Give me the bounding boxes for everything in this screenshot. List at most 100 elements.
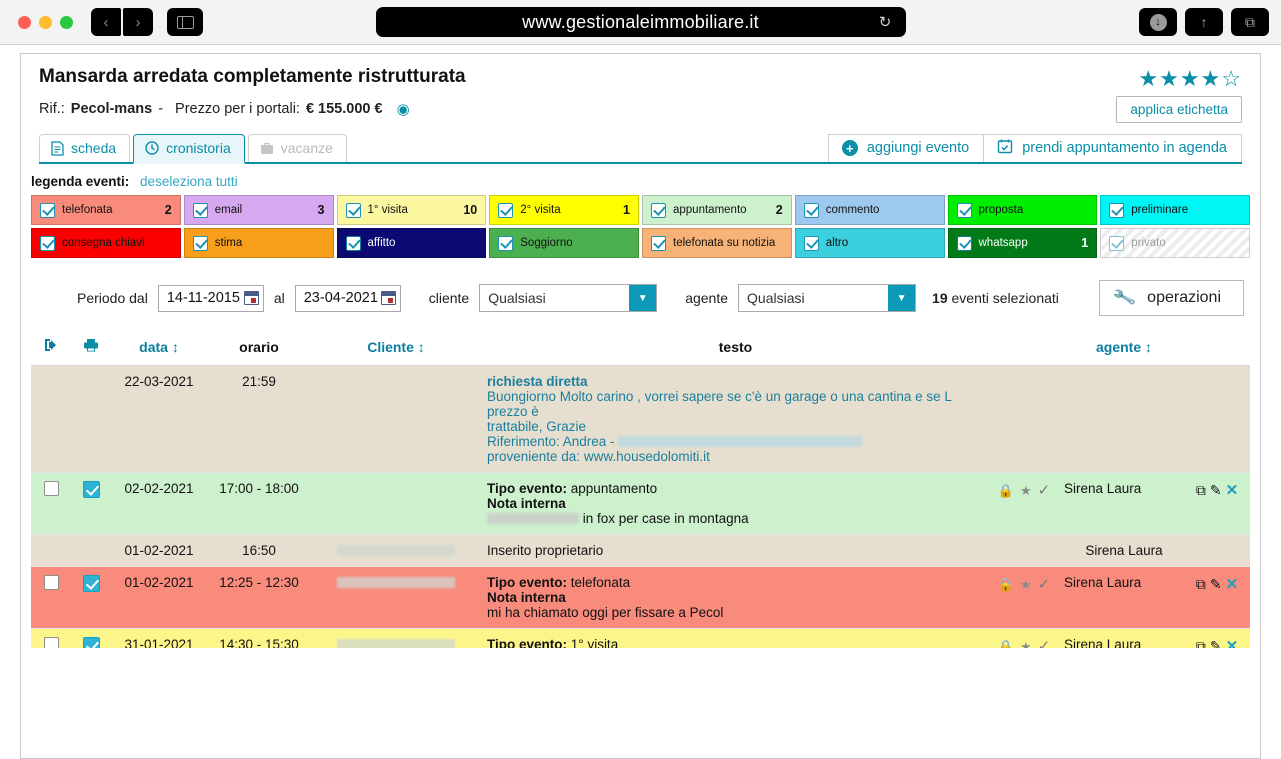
legend-chip-email[interactable]: email3 <box>184 195 334 225</box>
printer-icon[interactable] <box>83 339 99 355</box>
legend-checkbox[interactable] <box>346 203 361 218</box>
legend-chip-1-visita[interactable]: 1° visita10 <box>337 195 487 225</box>
minimize-window-button[interactable] <box>39 16 52 29</box>
calendar-icon[interactable] <box>381 291 396 305</box>
address-bar[interactable]: www.gestionaleimmobiliare.it ↻ <box>376 7 906 37</box>
row-print-cell[interactable] <box>71 567 111 629</box>
header-data[interactable]: data ↕ <box>111 332 207 366</box>
duplicate-icon[interactable]: ⧉ <box>1196 482 1206 498</box>
star-icon[interactable]: ★ <box>1020 639 1032 648</box>
forward-button[interactable]: › <box>123 8 153 36</box>
row-operations[interactable]: ⧉✎✕ <box>1184 629 1250 649</box>
reload-icon[interactable]: ↻ <box>879 13 892 31</box>
row-select-checkbox[interactable] <box>44 481 59 496</box>
maximize-window-button[interactable] <box>60 16 73 29</box>
legend-chip-privato[interactable]: privato <box>1100 228 1250 258</box>
star-icon[interactable]: ★ <box>1020 577 1032 592</box>
legend-checkbox[interactable] <box>651 203 666 218</box>
table-row[interactable]: 01-02-202116:50Inserito proprietarioSire… <box>31 535 1250 567</box>
sort-icon[interactable]: ↕ <box>172 339 179 355</box>
legend-chip-altro[interactable]: altro <box>795 228 945 258</box>
legend-chip-affitto[interactable]: affitto <box>337 228 487 258</box>
header-agente[interactable]: agente ↕ <box>1064 332 1184 366</box>
book-appointment-button[interactable]: prendi appuntamento in agenda <box>984 134 1242 162</box>
table-row[interactable]: 31-01-202114:30 - 15:30Tipo evento: 1° v… <box>31 629 1250 649</box>
operazioni-button[interactable]: 🔧 operazioni <box>1099 280 1244 316</box>
legend-checkbox[interactable] <box>1109 236 1124 251</box>
legend-checkbox[interactable] <box>804 236 819 251</box>
legend-chip-commento[interactable]: commento <box>795 195 945 225</box>
duplicate-icon[interactable]: ⧉ <box>1196 638 1206 648</box>
sidebar-toggle-button[interactable] <box>167 8 203 36</box>
delete-icon[interactable]: ✕ <box>1226 638 1239 648</box>
delete-icon[interactable]: ✕ <box>1226 576 1239 593</box>
legend-checkbox[interactable] <box>498 203 513 218</box>
legend-chip-preliminare[interactable]: preliminare <box>1100 195 1250 225</box>
sort-icon[interactable]: ↕ <box>418 339 425 355</box>
row-print-cell[interactable] <box>71 629 111 649</box>
legend-chip-consegna-chiavi[interactable]: consegna chiavi <box>31 228 181 258</box>
check-icon[interactable]: ✓ <box>1038 482 1051 499</box>
delete-icon[interactable]: ✕ <box>1226 482 1239 499</box>
legend-chip-stima[interactable]: stima <box>184 228 334 258</box>
edit-icon[interactable]: ✎ <box>1210 576 1222 592</box>
sort-icon[interactable]: ↕ <box>1145 339 1152 355</box>
row-print-checkbox[interactable] <box>83 575 100 592</box>
visibility-eye-icon[interactable]: ◉ <box>397 100 410 118</box>
legend-checkbox[interactable] <box>651 236 666 251</box>
window-traffic-lights[interactable] <box>18 16 73 29</box>
legend-checkbox[interactable] <box>40 236 55 251</box>
legend-checkbox[interactable] <box>346 236 361 251</box>
legend-chip-appuntamento[interactable]: appuntamento2 <box>642 195 792 225</box>
date-to-input[interactable]: 23-04-2021 <box>295 285 401 312</box>
agente-select[interactable]: Qualsiasi ▼ <box>738 284 916 312</box>
chevron-down-icon[interactable]: ▼ <box>888 285 915 311</box>
header-export[interactable] <box>31 332 71 366</box>
check-icon[interactable]: ✓ <box>1038 576 1051 593</box>
star-icon[interactable]: ★ <box>1020 483 1032 498</box>
legend-checkbox[interactable] <box>1109 203 1124 218</box>
row-print-checkbox[interactable] <box>83 481 100 498</box>
cliente-select[interactable]: Qualsiasi ▼ <box>479 284 657 312</box>
chevron-down-icon[interactable]: ▼ <box>629 285 656 311</box>
legend-chip-whatsapp[interactable]: whatsapp1 <box>948 228 1098 258</box>
legend-chip-proposta[interactable]: proposta <box>948 195 1098 225</box>
legend-checkbox[interactable] <box>40 203 55 218</box>
check-icon[interactable]: ✓ <box>1038 638 1051 648</box>
calendar-icon[interactable] <box>244 291 259 305</box>
row-select-cell[interactable] <box>31 629 71 649</box>
legend-checkbox[interactable] <box>957 203 972 218</box>
apply-label-button[interactable]: applica etichetta <box>1116 96 1242 123</box>
tab-scheda[interactable]: scheda <box>39 134 130 162</box>
table-row[interactable]: 01-02-202112:25 - 12:30Tipo evento: tele… <box>31 567 1250 629</box>
legend-checkbox[interactable] <box>498 236 513 251</box>
edit-icon[interactable]: ✎ <box>1210 482 1222 498</box>
legend-chip-soggiorno[interactable]: Soggiorno <box>489 228 639 258</box>
date-from-input[interactable]: 14-11-2015 <box>158 285 264 312</box>
row-select-checkbox[interactable] <box>44 637 59 648</box>
table-row[interactable]: 22-03-202121:59richiesta direttaBuongior… <box>31 366 1250 473</box>
tab-vacanze[interactable]: vacanze <box>248 134 347 162</box>
share-button[interactable]: ↑ <box>1185 8 1223 36</box>
tab-cronistoria[interactable]: cronistoria <box>133 134 245 164</box>
back-button[interactable]: ‹ <box>91 8 121 36</box>
duplicate-icon[interactable]: ⧉ <box>1196 576 1206 592</box>
events-table-scroll[interactable]: data ↕ orario Cliente ↕ testo agente ↕ 2… <box>21 332 1260 648</box>
header-cliente[interactable]: Cliente ↕ <box>311 332 481 366</box>
row-operations[interactable]: ⧉✎✕ <box>1184 473 1250 535</box>
row-print-checkbox[interactable] <box>83 637 100 648</box>
row-select-cell[interactable] <box>31 567 71 629</box>
downloads-button[interactable]: ↓ <box>1139 8 1177 36</box>
header-print[interactable] <box>71 332 111 366</box>
close-window-button[interactable] <box>18 16 31 29</box>
lock-icon[interactable]: 🔒 <box>998 483 1014 498</box>
row-select-cell[interactable] <box>31 473 71 535</box>
navigation-buttons[interactable]: ‹ › <box>91 8 153 36</box>
row-text-source[interactable]: proveniente da: www.housedolomiti.it <box>487 449 710 464</box>
stars-filled[interactable]: ★★★★ <box>1138 66 1221 91</box>
row-operations[interactable]: ⧉✎✕ <box>1184 567 1250 629</box>
lock-icon[interactable]: 🔒 <box>998 577 1014 592</box>
row-print-cell[interactable] <box>71 473 111 535</box>
deselect-all-link[interactable]: deseleziona tutti <box>140 174 238 189</box>
table-row[interactable]: 02-02-202117:00 - 18:00Tipo evento: appu… <box>31 473 1250 535</box>
